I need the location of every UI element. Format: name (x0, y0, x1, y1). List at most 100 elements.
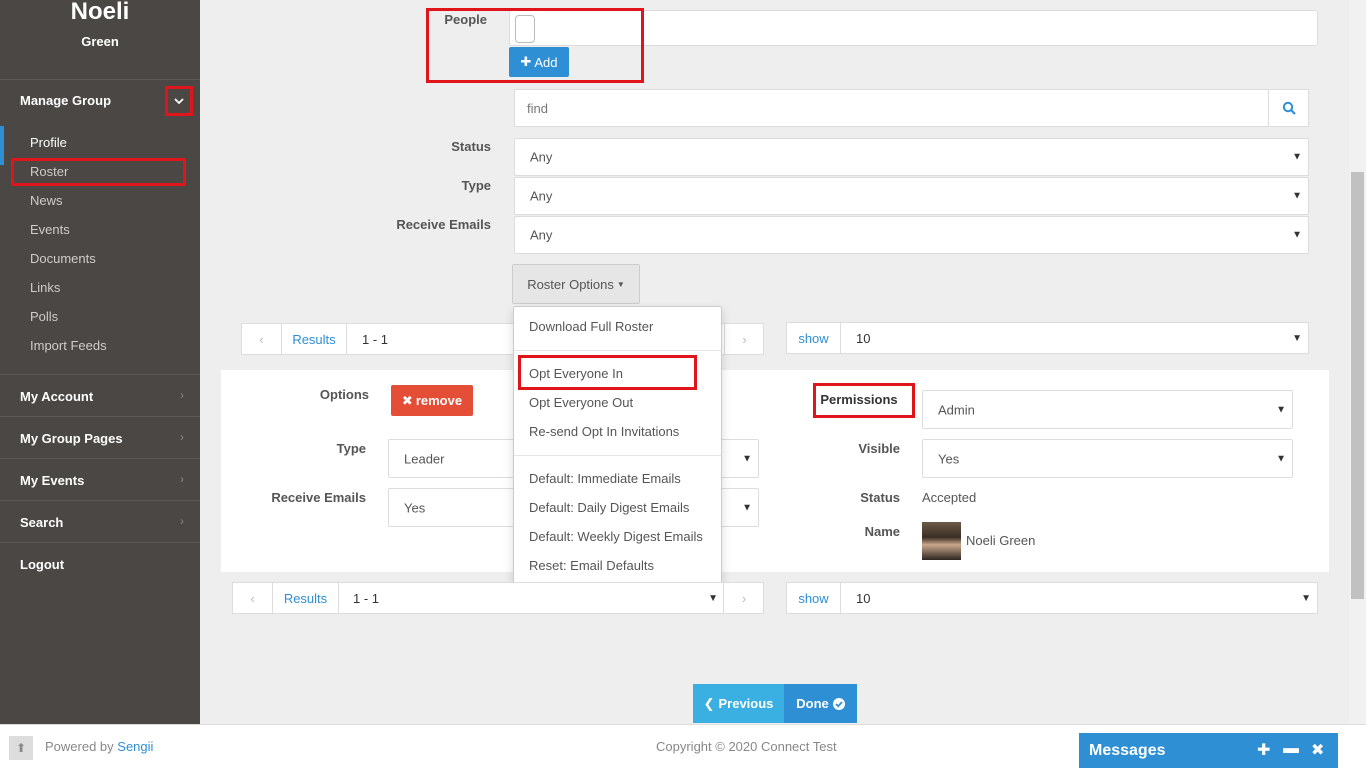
member-name-label: Name (864, 524, 900, 539)
scrollbar-thumb[interactable] (1351, 172, 1364, 599)
results-range-value: 1 - 1 (362, 331, 389, 347)
sidebar-item-news[interactable]: News (0, 186, 200, 215)
caret-down-icon: ▼ (1292, 151, 1302, 163)
menu-item-resend-opt-in[interactable]: Re-send Opt In Invitations (529, 424, 679, 439)
caret-down-icon: ▼ (1292, 332, 1302, 344)
sidebar-item-my-group-pages[interactable]: My Group Pages › (0, 416, 200, 458)
check-circle-icon (832, 697, 845, 710)
member-type-label: Type (336, 441, 366, 456)
show-count-select[interactable]: 10 ▼ (841, 583, 1317, 613)
caret-down-icon: ▼ (708, 592, 718, 604)
search-icon (1282, 101, 1296, 115)
menu-item-default-immediate[interactable]: Default: Immediate Emails (529, 471, 681, 486)
sidebar-item-label: Documents (30, 251, 96, 266)
sidebar-item-profile[interactable]: Profile (0, 126, 200, 165)
remove-button[interactable]: ✖ remove (391, 385, 473, 416)
show-count-value: 10 (856, 590, 871, 606)
sidebar-item-label: Import Feeds (30, 338, 107, 353)
pager-prev-button[interactable]: ‹ (233, 583, 273, 613)
chevron-right-icon: › (180, 388, 184, 402)
sidebar-item-label: My Events (20, 473, 85, 488)
chevron-right-icon: › (180, 472, 184, 486)
permissions-value: Admin (938, 402, 975, 417)
sidebar-item-label: My Group Pages (20, 431, 123, 446)
chevron-right-icon: › (742, 331, 747, 347)
caret-down-icon: ▼ (1276, 404, 1286, 415)
results-range-value: 1 - 1 (353, 590, 380, 606)
chevron-right-icon: › (180, 514, 184, 528)
visible-label: Visible (858, 441, 900, 456)
pager-prev-button[interactable]: ‹ (242, 324, 282, 354)
bottom-pager: ‹ Results 1 - 1 ▼ › (232, 582, 764, 614)
sidebar-item-search[interactable]: Search › (0, 500, 200, 542)
chevron-down-icon (174, 98, 184, 105)
pager-next-button[interactable]: › (724, 324, 764, 354)
remove-label: remove (415, 393, 463, 408)
sidebar-item-import-feeds[interactable]: Import Feeds (0, 331, 200, 360)
sidebar-item-label: Polls (30, 309, 59, 324)
chevron-right-icon: › (180, 430, 184, 444)
pager-next-button[interactable]: › (724, 583, 764, 613)
bottom-show-pager: show 10 ▼ (786, 582, 1318, 614)
caret-down-icon: ▼ (742, 453, 752, 464)
sidebar-item-polls[interactable]: Polls (0, 302, 200, 331)
menu-item-opt-everyone-out[interactable]: Opt Everyone Out (529, 395, 633, 410)
menu-item-default-daily-digest[interactable]: Default: Daily Digest Emails (529, 500, 689, 515)
sengii-link[interactable]: Sengii (117, 739, 153, 754)
sidebar-item-links[interactable]: Links (0, 273, 200, 302)
highlight-permissions (813, 383, 915, 418)
sidebar-item-my-events[interactable]: My Events › (0, 458, 200, 500)
footer: ⬆ Powered by Sengii Copyright © 2020 Con… (0, 724, 1366, 768)
member-receive-emails-value: Yes (404, 500, 426, 515)
sidebar-item-label: Logout (20, 557, 65, 572)
highlight-opt-everyone-in (518, 355, 697, 390)
options-label: Options (319, 387, 369, 402)
caret-down-icon: ▼ (616, 279, 625, 289)
plus-icon[interactable]: ✚ (1257, 740, 1270, 760)
sidebar-item-my-account[interactable]: My Account › (0, 374, 200, 416)
sidebar-group-manage[interactable]: Manage Group (0, 79, 200, 122)
done-button[interactable]: Done (784, 684, 857, 723)
results-label: Results (273, 583, 339, 613)
visible-value: Yes (938, 451, 960, 466)
scroll-top-button[interactable]: ⬆ (9, 736, 33, 760)
close-icon[interactable]: ✖ (1311, 740, 1324, 760)
sidebar-item-logout[interactable]: Logout (0, 542, 200, 584)
collapse-toggle-button[interactable] (165, 86, 193, 116)
receive-emails-filter-value: Any (530, 227, 553, 243)
powered-by-text: Powered by (45, 739, 114, 754)
previous-button[interactable]: ❮ Previous (693, 684, 784, 723)
top-show-pager: show 10 ▼ (786, 322, 1309, 354)
find-input[interactable]: find (514, 89, 1309, 127)
arrow-up-icon: ⬆ (15, 741, 27, 755)
type-filter-select[interactable]: Any ▼ (514, 177, 1309, 215)
caret-down-icon: ▼ (1276, 453, 1286, 464)
show-count-select[interactable]: 10 ▼ (841, 323, 1308, 353)
caret-down-icon: ▼ (1292, 190, 1302, 202)
sidebar-item-events[interactable]: Events (0, 215, 200, 244)
sidebar-item-documents[interactable]: Documents (0, 244, 200, 273)
results-range-select[interactable]: 1 - 1 (347, 324, 517, 354)
menu-item-default-weekly-digest[interactable]: Default: Weekly Digest Emails (529, 529, 703, 544)
menu-item-reset-email-defaults[interactable]: Reset: Email Defaults (529, 558, 654, 573)
status-filter-select[interactable]: Any ▼ (514, 138, 1309, 176)
member-type-value: Leader (404, 451, 445, 466)
show-count-value: 10 (856, 330, 871, 346)
roster-options-button[interactable]: Roster Options ▼ (512, 264, 640, 304)
page-scrollbar[interactable] (1349, 0, 1366, 724)
search-button[interactable] (1268, 90, 1308, 126)
chevron-left-icon: ❮ (703, 695, 715, 711)
caret-down-icon: ▼ (1292, 229, 1302, 241)
results-range-select[interactable]: 1 - 1 ▼ (339, 583, 724, 613)
find-placeholder: find (527, 101, 548, 116)
permissions-select[interactable]: Admin ▼ (922, 390, 1293, 429)
receive-emails-filter-select[interactable]: Any ▼ (514, 216, 1309, 254)
menu-item-download-full-roster[interactable]: Download Full Roster (529, 319, 653, 334)
maximize-icon[interactable]: ▬ (1283, 740, 1299, 758)
visible-select[interactable]: Yes ▼ (922, 439, 1293, 478)
chevron-right-icon: › (741, 590, 747, 606)
member-receive-emails-label: Receive Emails (271, 490, 366, 505)
roster-options-menu: Download Full Roster Opt Everyone In Opt… (513, 306, 722, 585)
previous-label: Previous (718, 696, 774, 711)
messages-bar[interactable]: Messages ✚ ▬ ✖ (1079, 733, 1338, 768)
